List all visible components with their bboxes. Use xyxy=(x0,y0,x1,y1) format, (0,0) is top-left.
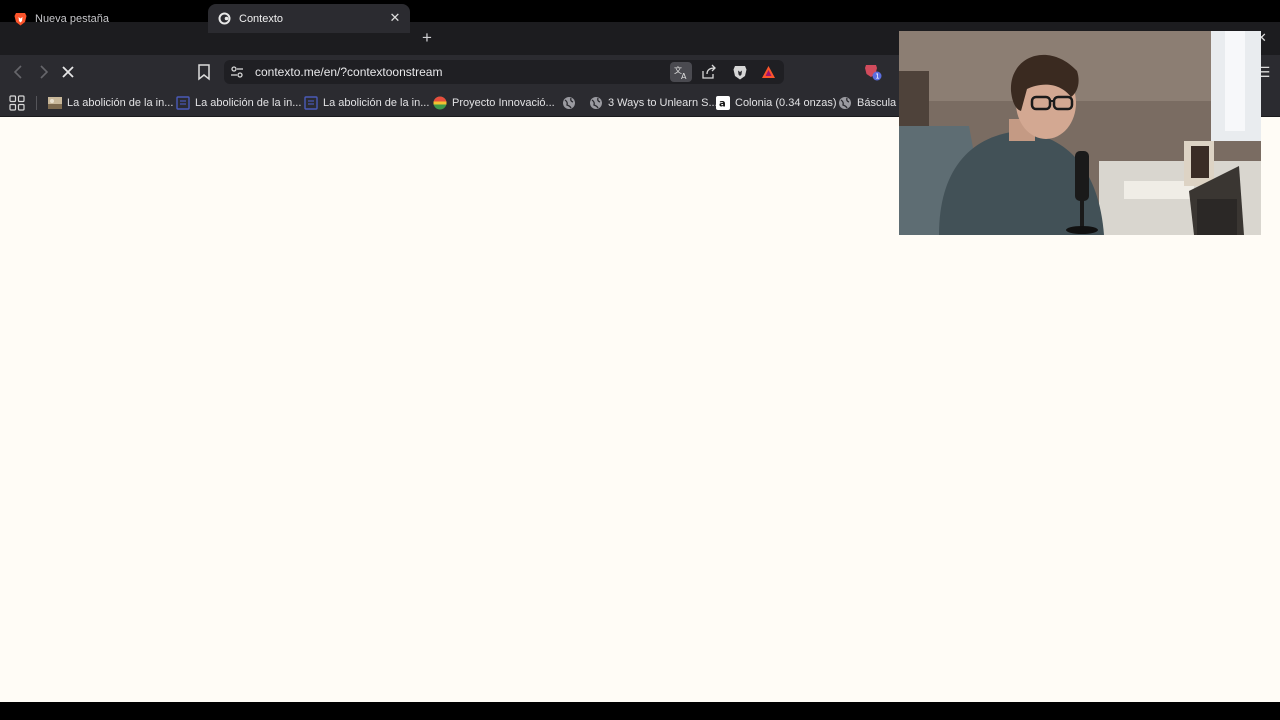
stop-loading-button[interactable] xyxy=(58,62,78,82)
bookmark-item[interactable] xyxy=(562,93,581,113)
globe-icon xyxy=(839,97,851,109)
share-button[interactable] xyxy=(698,62,720,82)
tab-title: Contexto xyxy=(239,12,284,25)
extension-badge-count: 1 xyxy=(875,73,879,81)
bookmark-label: Colonia (0.34 onzas) xyxy=(735,97,837,109)
extension-shield-icon: 1 xyxy=(865,65,882,81)
translate-icon: 文 A xyxy=(674,65,687,80)
bookmark-label: Proyecto Innovació... xyxy=(452,97,555,109)
bookmark-label: La abolición de la in... xyxy=(323,97,430,109)
back-button[interactable] xyxy=(9,62,29,82)
bookmark-item[interactable]: La abolición de la in... xyxy=(48,93,173,113)
bookmark-page-button[interactable] xyxy=(195,63,213,81)
bookmark-icon xyxy=(198,64,210,81)
image-favicon-icon xyxy=(48,97,62,109)
bookmark-item[interactable]: La abolición de la in... xyxy=(304,93,429,113)
bookmarks-separator xyxy=(36,96,37,110)
apps-grid-icon[interactable] xyxy=(9,95,25,111)
bookmark-label: La abolición de la in... xyxy=(67,97,174,109)
svg-text:a: a xyxy=(719,99,726,110)
bookmark-item[interactable]: Báscula d xyxy=(838,93,905,113)
bookmark-item[interactable]: Proyecto Innovació... xyxy=(433,93,555,113)
rewards-triangle-icon xyxy=(761,66,775,78)
amazon-icon: a xyxy=(716,96,730,110)
brave-shield-icon xyxy=(733,65,747,79)
streamer-webcam-image xyxy=(899,31,1261,235)
tab-contexto[interactable]: Contexto ✕ xyxy=(208,4,410,33)
bookmark-item[interactable]: 3 Ways to Unlearn S... xyxy=(589,93,718,113)
brave-rewards-button[interactable] xyxy=(757,62,779,82)
svg-text:A: A xyxy=(681,72,687,80)
url-text[interactable]: contexto.me/en/?contextoonstream xyxy=(255,65,442,79)
globe-icon xyxy=(590,97,602,109)
chevron-left-icon xyxy=(13,65,22,79)
site-settings-icon[interactable] xyxy=(230,65,244,79)
chevron-right-icon xyxy=(40,65,49,79)
bookmark-label: La abolición de la in... xyxy=(195,97,302,109)
close-icon xyxy=(62,66,74,78)
colorful-globe-icon xyxy=(433,96,447,110)
translate-button[interactable]: 文 A xyxy=(670,62,692,82)
close-tab-icon[interactable]: ✕ xyxy=(388,11,402,25)
share-icon xyxy=(702,64,716,79)
forward-button[interactable] xyxy=(33,62,53,82)
contexto-icon xyxy=(218,12,231,25)
doc-favicon-icon xyxy=(176,96,190,110)
bookmark-item[interactable]: La abolición de la in... xyxy=(176,93,301,113)
address-bar[interactable]: contexto.me/en/?contextoonstream 文 A xyxy=(224,60,784,84)
tab-nueva-pestana[interactable]: Nueva pestaña xyxy=(4,4,204,33)
tab-title: Nueva pestaña xyxy=(35,12,109,25)
bookmark-label: 3 Ways to Unlearn S... xyxy=(608,97,718,109)
new-tab-button[interactable]: + xyxy=(418,28,436,48)
extension-button[interactable]: 1 xyxy=(864,63,882,81)
screen-bottom-bar xyxy=(0,702,1280,720)
bookmark-item[interactable]: a Colonia (0.34 onzas) xyxy=(716,93,837,113)
brave-lion-icon xyxy=(14,12,27,25)
globe-icon xyxy=(563,97,575,109)
brave-shields-button[interactable] xyxy=(729,62,751,82)
doc-favicon-icon xyxy=(304,96,318,110)
webcam-overlay xyxy=(899,31,1261,235)
